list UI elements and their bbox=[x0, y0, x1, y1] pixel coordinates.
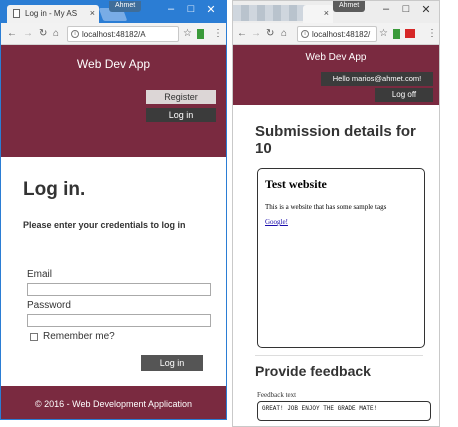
address-bar[interactable]: i localhost:48182/A bbox=[67, 26, 179, 42]
feedback-heading: Provide feedback bbox=[255, 363, 371, 379]
close-tab-icon[interactable]: × bbox=[90, 8, 95, 18]
page-title: Submission details for 10 bbox=[255, 123, 416, 157]
login-link[interactable]: Log in bbox=[146, 108, 216, 122]
register-link[interactable]: Register bbox=[146, 90, 216, 104]
reload-icon[interactable]: ↻ bbox=[39, 28, 47, 39]
page-title: Log in. bbox=[23, 179, 86, 200]
login-submit-button[interactable]: Log in bbox=[141, 355, 203, 371]
extension-red-icon[interactable] bbox=[405, 29, 415, 38]
site-brand[interactable]: Web Dev App bbox=[233, 52, 439, 63]
home-icon[interactable]: ⌂ bbox=[53, 28, 59, 39]
site-footer: © 2016 - Web Development Application bbox=[1, 386, 226, 419]
divider bbox=[255, 355, 423, 356]
menu-icon[interactable]: ⋮ bbox=[427, 28, 437, 39]
feedback-textarea[interactable]: GREAT! JOB ENJOY THE GRADE MATE! bbox=[257, 401, 431, 421]
account-link[interactable]: Hello marios@ahmet.com! bbox=[321, 72, 433, 86]
browser-toolbar: ← → ↻ ⌂ i localhost:48182/A ☆ ⋮ bbox=[1, 23, 226, 45]
site-brand[interactable]: Web Dev App bbox=[1, 57, 226, 71]
forward-icon[interactable]: → bbox=[251, 28, 261, 39]
extension-icon[interactable] bbox=[197, 29, 204, 39]
close-window-icon[interactable]: ✕ bbox=[419, 3, 433, 16]
preview-heading: Test website bbox=[265, 177, 327, 191]
page-subtitle: Please enter your credentials to log in bbox=[23, 220, 186, 230]
home-icon[interactable]: ⌂ bbox=[281, 28, 287, 39]
login-browser-window: Log in - My AS × Ahmet – □ ✕ ← → ↻ ⌂ i l… bbox=[0, 0, 227, 420]
remember-me-checkbox[interactable] bbox=[30, 333, 38, 341]
close-window-icon[interactable]: ✕ bbox=[204, 3, 218, 16]
remember-me-label: Remember me? bbox=[43, 331, 115, 342]
browser-tab[interactable]: × bbox=[303, 5, 333, 23]
info-icon[interactable]: i bbox=[71, 30, 79, 38]
forward-icon[interactable]: → bbox=[23, 28, 33, 39]
email-field[interactable] bbox=[27, 283, 211, 296]
maximize-icon[interactable]: □ bbox=[184, 3, 198, 15]
title-bar: Log in - My AS × Ahmet – □ ✕ bbox=[1, 1, 226, 23]
profile-badge[interactable]: Ahmet bbox=[109, 1, 142, 12]
preview-link[interactable]: Google! bbox=[265, 218, 288, 226]
page-icon bbox=[13, 9, 20, 18]
site-navbar: Web Dev App Hello marios@ahmet.com! Log … bbox=[233, 45, 439, 105]
bookmark-star-icon[interactable]: ☆ bbox=[379, 28, 388, 39]
minimize-icon[interactable]: – bbox=[379, 3, 393, 15]
title-bar: × Ahmet – □ ✕ bbox=[233, 1, 439, 23]
minimize-icon[interactable]: – bbox=[164, 3, 178, 15]
preview-text: This is a website that has some sample t… bbox=[265, 203, 387, 211]
browser-tab[interactable]: Log in - My AS × bbox=[7, 5, 99, 23]
back-icon[interactable]: ← bbox=[7, 28, 17, 39]
back-icon[interactable]: ← bbox=[237, 28, 247, 39]
close-tab-icon[interactable]: × bbox=[324, 8, 329, 18]
bookmark-star-icon[interactable]: ☆ bbox=[183, 28, 192, 39]
extension-icon[interactable] bbox=[393, 29, 400, 39]
address-text: localhost:48182/ bbox=[312, 30, 371, 39]
password-label: Password bbox=[27, 300, 71, 311]
submission-preview-frame[interactable]: Test website This is a website that has … bbox=[257, 168, 425, 348]
password-field[interactable] bbox=[27, 314, 211, 327]
email-label: Email bbox=[27, 269, 53, 280]
submission-page-content: Submission details for 10 Test website T… bbox=[233, 105, 439, 421]
site-navbar: Web Dev App Register Log in bbox=[1, 45, 226, 157]
tab-title: Log in - My AS bbox=[25, 9, 78, 18]
address-bar[interactable]: i localhost:48182/ bbox=[297, 26, 377, 42]
info-icon[interactable]: i bbox=[301, 30, 309, 38]
login-page-content: Log in. Please enter your credentials to… bbox=[1, 157, 226, 390]
profile-badge[interactable]: Ahmet bbox=[333, 1, 366, 12]
menu-icon[interactable]: ⋮ bbox=[213, 28, 223, 39]
feedback-label: Feedback text bbox=[257, 391, 297, 399]
submission-browser-window: × Ahmet – □ ✕ ← → ↻ ⌂ i localhost:48182/… bbox=[232, 0, 440, 427]
logoff-button[interactable]: Log off bbox=[375, 88, 433, 102]
reload-icon[interactable]: ↻ bbox=[266, 28, 274, 39]
maximize-icon[interactable]: □ bbox=[399, 3, 413, 15]
browser-toolbar: ← → ↻ ⌂ i localhost:48182/ ☆ ⋮ bbox=[233, 23, 439, 45]
address-text: localhost:48182/A bbox=[82, 30, 146, 39]
